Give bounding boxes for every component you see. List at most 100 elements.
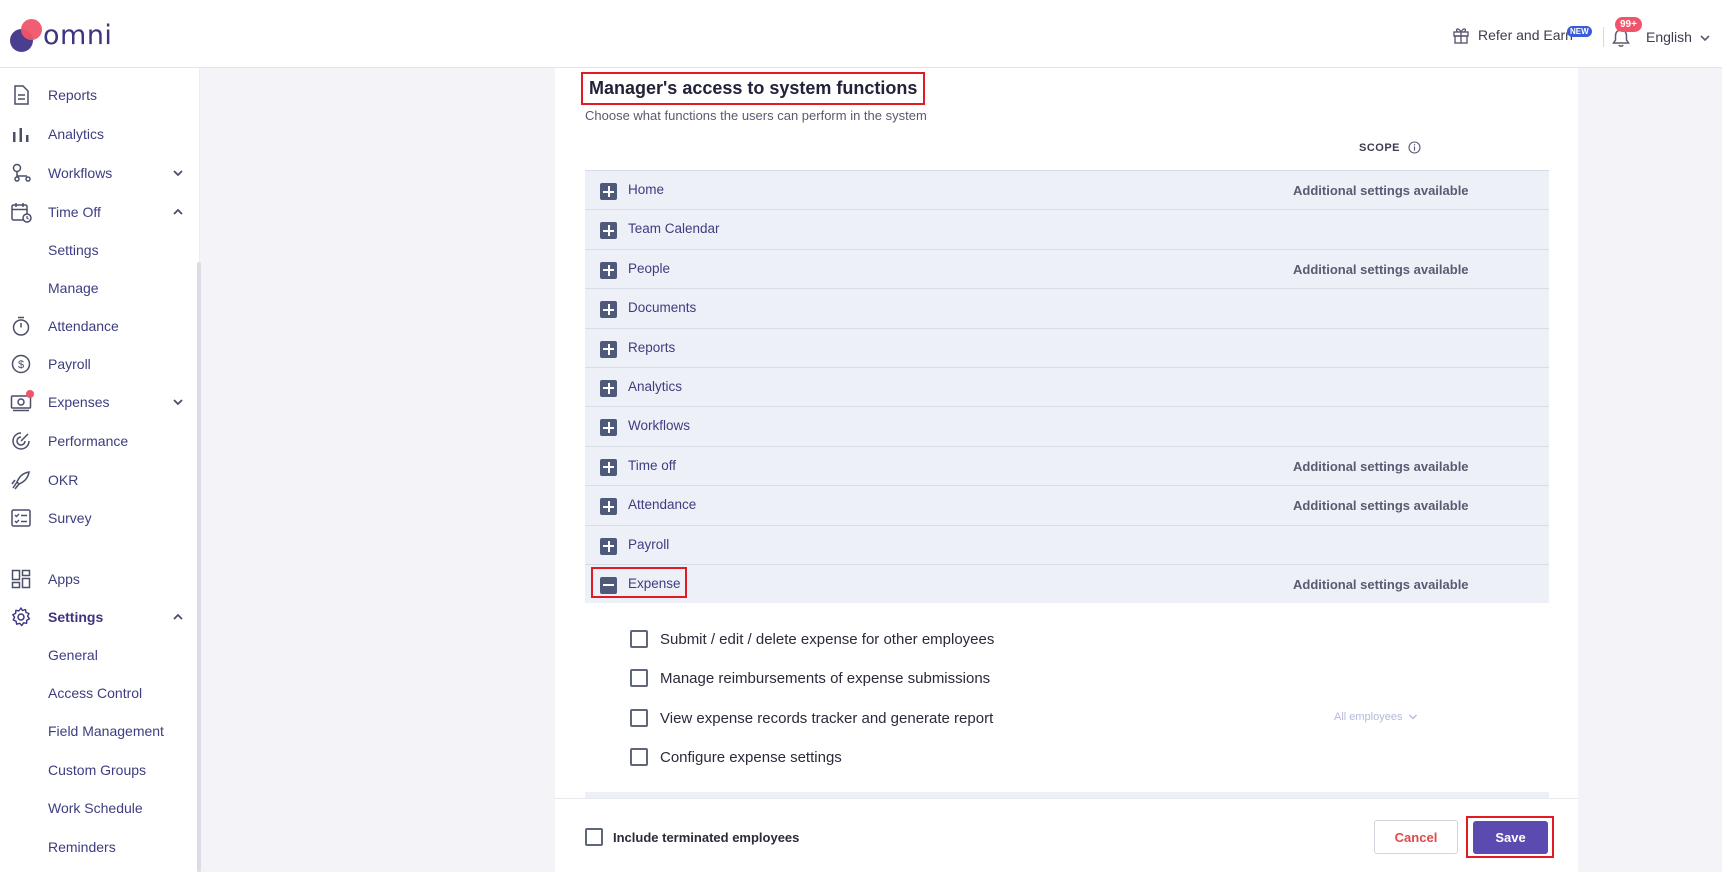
- sidebar-subitem-custom-groups[interactable]: Custom Groups: [0, 754, 196, 786]
- info-icon[interactable]: [1408, 141, 1421, 154]
- expand-plus-icon[interactable]: [600, 537, 617, 555]
- expand-plus-icon[interactable]: [600, 301, 617, 319]
- chevron-up-icon[interactable]: [172, 612, 184, 622]
- function-row-payroll[interactable]: Payroll: [585, 524, 1549, 564]
- gift-icon: [1453, 28, 1469, 44]
- gear-icon: [12, 607, 31, 627]
- expand-plus-icon[interactable]: [600, 419, 617, 437]
- permission-checkbox[interactable]: [630, 709, 648, 727]
- expand-plus-icon[interactable]: [600, 261, 617, 279]
- function-row-expense[interactable]: Expense Additional settings available: [585, 563, 1549, 604]
- sidebar-item-analytics[interactable]: Analytics: [0, 118, 196, 150]
- sidebar-item-apps[interactable]: Apps: [0, 563, 196, 595]
- additional-settings-label: Additional settings available: [1293, 576, 1469, 592]
- sidebar-subitem-access-control[interactable]: Access Control: [0, 677, 196, 709]
- chevron-down-icon: [1409, 714, 1418, 720]
- scope-select-value: All employees: [1334, 711, 1403, 723]
- function-row-home[interactable]: Home Additional settings available: [585, 170, 1549, 210]
- sidebar-item-label: Work Schedule: [48, 800, 143, 816]
- chevron-down-icon[interactable]: [1699, 33, 1711, 43]
- additional-settings-label: Additional settings available: [1293, 458, 1469, 474]
- permission-configure-expense[interactable]: Configure expense settings: [630, 746, 842, 768]
- notification-count-badge: 99+: [1615, 17, 1642, 32]
- additional-settings-label: Additional settings available: [1293, 261, 1469, 277]
- expand-plus-icon[interactable]: [600, 183, 617, 200]
- sidebar-item-attendance[interactable]: Attendance: [0, 310, 196, 342]
- refer-label: Refer and Earn: [1478, 27, 1573, 43]
- sidebar-subitem-work-schedule[interactable]: Work Schedule: [0, 792, 196, 824]
- expand-plus-icon[interactable]: [600, 458, 617, 476]
- sidebar-item-survey[interactable]: Survey: [0, 502, 196, 534]
- expand-plus-icon[interactable]: [600, 498, 617, 516]
- permission-view-expense-records[interactable]: View expense records tracker and generat…: [630, 707, 993, 729]
- sidebar-item-expenses[interactable]: Expenses: [0, 386, 196, 418]
- permission-manage-reimbursements[interactable]: Manage reimbursements of expense submiss…: [630, 667, 990, 689]
- function-row-documents[interactable]: Documents: [585, 288, 1549, 328]
- bar-chart-icon: [13, 128, 29, 142]
- sidebar-item-reports[interactable]: Reports: [0, 79, 196, 111]
- sidebar-item-label: General: [48, 647, 98, 663]
- permission-submit-expense[interactable]: Submit / edit / delete expense for other…: [630, 628, 994, 650]
- function-row-reports[interactable]: Reports: [585, 327, 1549, 367]
- function-row-time-off[interactable]: Time off Additional settings available: [585, 445, 1549, 486]
- expand-plus-icon[interactable]: [600, 379, 617, 397]
- collapse-minus-icon[interactable]: [600, 576, 617, 594]
- additional-settings-label: Additional settings available: [1293, 498, 1469, 514]
- svg-text:$: $: [18, 359, 24, 371]
- language-selector[interactable]: English: [1646, 29, 1692, 45]
- sidebar-item-payroll[interactable]: $ Payroll: [0, 348, 196, 380]
- sidebar-subitem-general[interactable]: General: [0, 639, 196, 671]
- permission-checkbox[interactable]: [630, 630, 648, 648]
- additional-settings-label: Additional settings available: [1293, 183, 1469, 198]
- function-row-people[interactable]: People Additional settings available: [585, 248, 1549, 289]
- include-terminated-option[interactable]: Include terminated employees: [585, 828, 799, 846]
- include-terminated-checkbox[interactable]: [585, 828, 603, 846]
- sidebar-item-performance[interactable]: Performance: [0, 425, 196, 457]
- sidebar-subitem-manage[interactable]: Manage: [0, 272, 196, 304]
- sidebar-item-label: Workflows: [48, 165, 113, 181]
- chevron-up-icon[interactable]: [172, 207, 184, 217]
- sidebar-item-settings[interactable]: Settings: [0, 601, 196, 633]
- function-row-analytics[interactable]: Analytics: [585, 366, 1549, 407]
- logo-mark-accent: [21, 19, 42, 40]
- function-name: Workflows: [628, 418, 691, 434]
- sidebar-item-label: OKR: [48, 472, 79, 488]
- function-name: Attendance: [628, 497, 697, 513]
- function-row-team-calendar[interactable]: Team Calendar: [585, 209, 1549, 249]
- sidebar: Reports Analytics Workflows Time Off Set…: [0, 68, 200, 872]
- function-name: Reports: [628, 339, 676, 355]
- calendar-clock-icon: [11, 203, 32, 223]
- sidebar-scrollbar[interactable]: [197, 262, 201, 872]
- cancel-button[interactable]: Cancel: [1374, 820, 1458, 854]
- include-terminated-label: Include terminated employees: [613, 829, 800, 845]
- permission-checkbox[interactable]: [630, 669, 648, 687]
- workflow-icon: [12, 163, 31, 182]
- header-divider: [1603, 27, 1604, 47]
- function-row-workflows[interactable]: Workflows: [585, 406, 1549, 446]
- function-name: Expense: [628, 575, 681, 591]
- sidebar-item-workflows[interactable]: Workflows: [0, 157, 196, 189]
- sidebar-subitem-time-off-settings[interactable]: Settings: [0, 234, 196, 266]
- sidebar-item-time-off[interactable]: Time Off: [0, 196, 196, 228]
- sidebar-subitem-field-management[interactable]: Field Management: [0, 715, 196, 747]
- sidebar-item-label: Settings: [48, 609, 104, 625]
- omni-logo[interactable]: omni: [10, 16, 120, 52]
- section-title: Manager's access to system functions: [581, 72, 926, 105]
- scope-header: SCOPE: [1359, 141, 1421, 154]
- stopwatch-icon: [12, 316, 30, 336]
- refer-and-earn-link[interactable]: Refer and Earn: [1452, 26, 1573, 44]
- chevron-down-icon[interactable]: [172, 168, 184, 178]
- chevron-down-icon[interactable]: [172, 397, 184, 407]
- scope-select[interactable]: All employees: [1334, 711, 1418, 723]
- permission-label: Configure expense settings: [660, 748, 842, 766]
- function-row-attendance[interactable]: Attendance Additional settings available: [585, 485, 1549, 525]
- function-name: Payroll: [628, 536, 670, 552]
- sidebar-item-okr[interactable]: OKR: [0, 464, 196, 496]
- permission-checkbox[interactable]: [630, 748, 648, 766]
- function-name: People: [628, 260, 671, 276]
- expand-plus-icon[interactable]: [600, 340, 617, 358]
- function-name: Time off: [628, 457, 677, 473]
- expand-plus-icon[interactable]: [600, 222, 617, 240]
- save-button[interactable]: Save: [1473, 821, 1548, 854]
- sidebar-subitem-reminders[interactable]: Reminders: [0, 831, 196, 863]
